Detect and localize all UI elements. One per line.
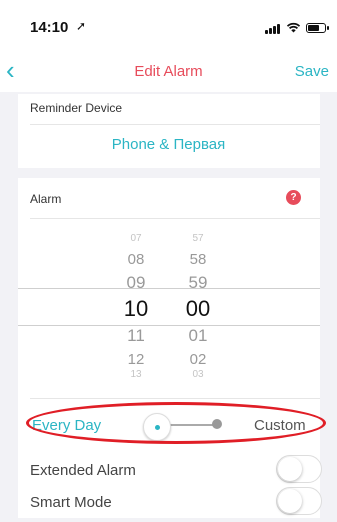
frequency-slider-end (212, 419, 222, 429)
hour-option-10[interactable]: 10 (116, 296, 156, 322)
frequency-slider-knob[interactable] (143, 413, 171, 441)
question-icon[interactable]: ? (286, 190, 301, 205)
status-bar: 14:10 ➚ (0, 0, 337, 52)
minute-option-01[interactable]: 01 (178, 325, 218, 346)
location-arrow-icon: ➚ (76, 19, 87, 33)
extended-alarm-toggle[interactable] (276, 455, 322, 483)
toggle-label-extended-alarm: Extended Alarm (30, 462, 136, 479)
minute-option-58[interactable]: 58 (178, 250, 218, 269)
picker-selection-bottom-line (18, 325, 320, 326)
hour-option-09[interactable]: 09 (116, 272, 156, 293)
reminder-device-label: Reminder Device (30, 101, 123, 115)
minute-option-03[interactable]: 03 (178, 368, 218, 382)
hour-option-07[interactable]: 07 (116, 232, 156, 246)
divider (30, 124, 320, 125)
hour-option-11[interactable]: 11 (116, 325, 156, 346)
frequency-every-day-option[interactable]: Every Day (32, 417, 101, 434)
minute-option-00[interactable]: 00 (178, 296, 218, 322)
minute-option-59[interactable]: 59 (178, 272, 218, 293)
save-button[interactable]: Save (295, 63, 329, 80)
toggle-label-smart-mode: Smart Mode (30, 494, 112, 511)
hour-option-13[interactable]: 13 (116, 368, 156, 382)
divider (30, 398, 320, 399)
frequency-custom-option[interactable]: Custom (254, 417, 306, 434)
divider (30, 218, 320, 219)
page-title: Edit Alarm (134, 63, 203, 80)
minute-option-57[interactable]: 57 (178, 232, 218, 246)
reminder-device-value[interactable]: Phone & Первая (0, 136, 337, 153)
minute-option-02[interactable]: 02 (178, 350, 218, 369)
hour-option-08[interactable]: 08 (116, 250, 156, 269)
hour-option-12[interactable]: 12 (116, 350, 156, 369)
smart-mode-toggle[interactable] (276, 487, 322, 515)
battery-icon (306, 23, 329, 33)
wifi-icon (286, 22, 301, 33)
alarm-label: Alarm (30, 192, 62, 206)
status-time: 14:10 (30, 19, 69, 36)
nav-bar: ‹ Edit Alarm Save (0, 52, 337, 92)
signal-icon (265, 24, 281, 34)
picker-selection-top-line (18, 288, 320, 289)
